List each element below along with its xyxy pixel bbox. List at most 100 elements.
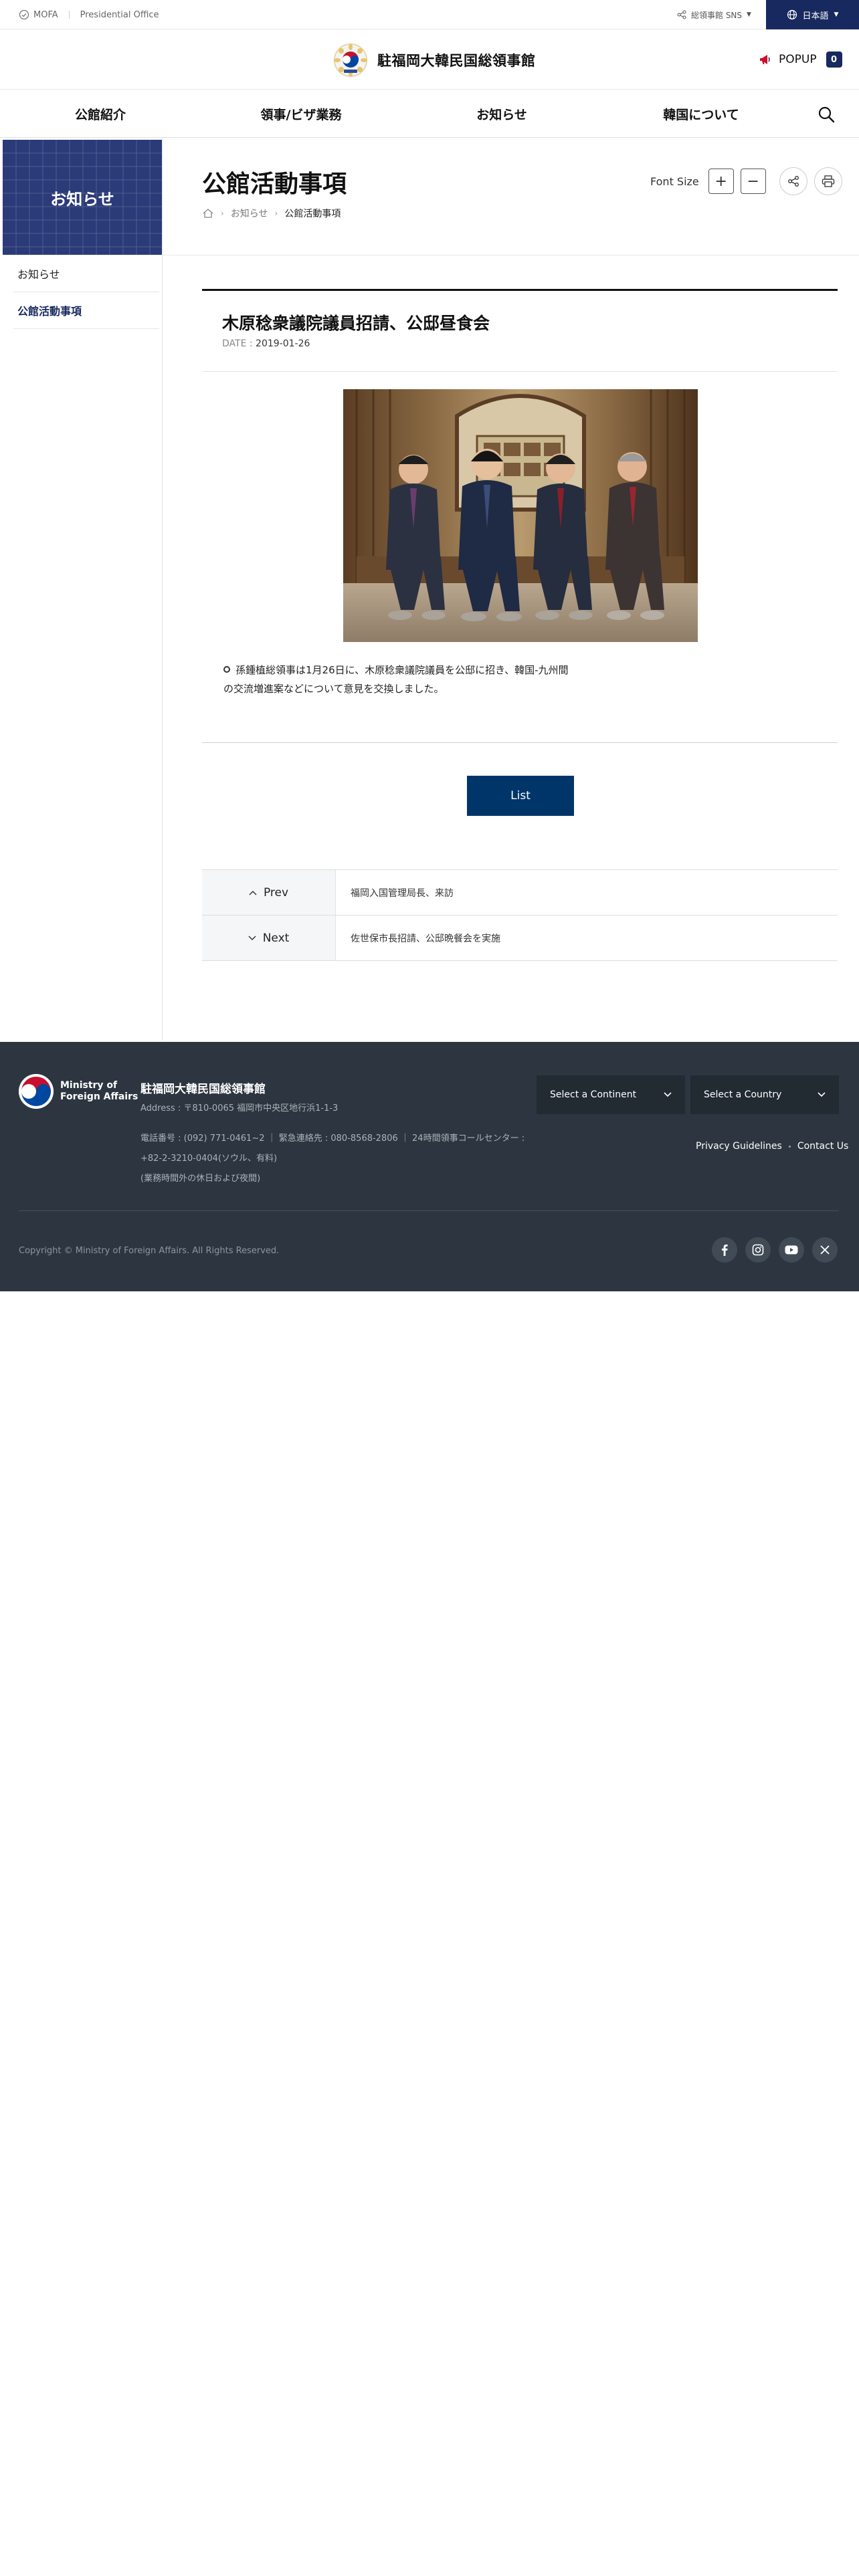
continent-select-label: Select a Continent	[550, 1089, 637, 1100]
mofa-logo-line2: Foreign Affairs	[60, 1091, 138, 1102]
privacy-link[interactable]: Privacy Guidelines	[696, 1141, 782, 1152]
print-button[interactable]	[814, 167, 842, 195]
prev-title-link[interactable]: 福岡入国管理局長、来訪	[336, 870, 838, 915]
country-select[interactable]: Select a Country	[690, 1075, 839, 1114]
minus-icon: −	[747, 173, 759, 190]
popup-label: POPUP	[779, 53, 817, 66]
mofa-logo-text: Ministry of Foreign Affairs	[60, 1080, 138, 1103]
prev-row[interactable]: Prev 福岡入国管理局長、来訪	[202, 870, 838, 916]
divider	[202, 371, 838, 372]
article-top-rule	[202, 289, 838, 291]
caret-down-icon: ▼	[747, 11, 751, 18]
article-body: 孫鍾植総領事は1月26日に、木原稔衆議院議員を公邸に招き、韓国-九州間の交流増進…	[223, 661, 571, 698]
article-photo	[343, 389, 698, 642]
share-button[interactable]	[779, 167, 807, 195]
facebook-link[interactable]	[712, 1237, 737, 1263]
chevron-up-icon	[249, 890, 257, 895]
x-icon	[820, 1245, 830, 1255]
footer-site-name: 駐福岡大韓民国総領事館	[140, 1083, 266, 1096]
sidebar-title: お知らせ	[50, 189, 114, 209]
x-link[interactable]	[812, 1237, 838, 1263]
date-label: DATE :	[222, 338, 253, 349]
list-button[interactable]: List	[467, 776, 574, 816]
globe-icon	[787, 9, 797, 20]
sns-label: 総領事館 SNS	[691, 10, 743, 20]
sidebar-menu: お知らせ 公館活動事項	[13, 255, 159, 329]
sidebar-item-notice[interactable]: お知らせ	[13, 255, 159, 292]
popup-count-badge: 0	[826, 51, 842, 68]
next-label-cell: Next	[202, 916, 336, 960]
instagram-icon	[752, 1244, 764, 1256]
search-icon[interactable]	[818, 106, 835, 123]
breadcrumb-item[interactable]: お知らせ	[231, 207, 268, 220]
contact-link[interactable]: Contact Us	[797, 1141, 848, 1152]
popup-button[interactable]: POPUP 0	[759, 48, 842, 71]
footer-tel-line: +82-2-3210-0404(ソウル、有料)	[140, 1154, 278, 1164]
continent-select[interactable]: Select a Continent	[537, 1075, 685, 1114]
bullet-icon	[223, 666, 230, 673]
prev-label-cell: Prev	[202, 870, 336, 915]
article-date: DATE : 2019-01-26	[222, 338, 310, 349]
language-label: 日本語	[802, 11, 829, 21]
nav-item-about[interactable]: 公館紹介	[27, 90, 174, 138]
youtube-link[interactable]	[779, 1237, 804, 1263]
emblem-icon	[333, 43, 368, 78]
chevron-down-icon	[248, 935, 256, 940]
mofa-label: MOFA	[33, 9, 58, 20]
facebook-icon	[722, 1245, 728, 1256]
chevron-right-icon: ›	[221, 209, 224, 218]
share-icon	[787, 176, 799, 187]
mofa-logo[interactable]: Ministry of Foreign Affairs	[19, 1074, 138, 1109]
mofa-link[interactable]: MOFA	[19, 9, 58, 20]
home-icon[interactable]	[202, 208, 214, 219]
megaphone-icon	[760, 55, 770, 64]
divider	[68, 11, 70, 19]
language-dropdown[interactable]: 日本語 ▼	[766, 0, 859, 29]
chevron-down-icon	[818, 1092, 826, 1097]
share-icon	[677, 10, 686, 19]
chevron-right-icon: ›	[274, 209, 278, 218]
font-increase-button[interactable]: +	[708, 169, 734, 194]
prev-next-table: Prev 福岡入国管理局長、来訪 Next 佐世保市長招請、公邸晩餐会を実施	[202, 869, 838, 961]
next-row[interactable]: Next 佐世保市長招請、公邸晩餐会を実施	[202, 916, 838, 961]
font-decrease-button[interactable]: −	[740, 169, 766, 194]
site-logo[interactable]: 駐福岡大韓民国総領事館	[333, 41, 536, 79]
utility-bar: MOFA Presidential Office 総領事館 SNS ▼ 日本語 …	[0, 0, 859, 29]
utility-links: MOFA Presidential Office	[19, 0, 159, 29]
presidential-office-link[interactable]: Presidential Office	[80, 10, 159, 20]
page-tools: Font Size + −	[650, 167, 842, 195]
caret-down-icon: ▼	[834, 11, 839, 18]
print-icon	[822, 175, 834, 187]
nav-item-notice[interactable]: お知らせ	[428, 90, 575, 138]
separator-dot	[788, 1145, 791, 1148]
divider	[202, 742, 838, 743]
footer-tel-line: (業務時間外の休日および夜間)	[140, 1174, 261, 1184]
nav-item-consular-visa[interactable]: 領事/ビザ業務	[227, 90, 375, 138]
copyright: Copyright © Ministry of Foreign Affairs.…	[19, 1246, 280, 1256]
taegeuk-icon	[19, 1074, 54, 1109]
main-navigation: 公館紹介 領事/ビザ業務 お知らせ 韓国について	[0, 90, 859, 138]
country-select-label: Select a Country	[704, 1089, 782, 1100]
site-header: 駐福岡大韓民国総領事館 POPUP 0	[0, 29, 859, 90]
article-body-text: 孫鍾植総領事は1月26日に、木原稔衆議院議員を公邸に招き、韓国-九州間の交流増進…	[223, 664, 569, 695]
breadcrumb: › お知らせ › 公館活動事項	[202, 206, 341, 221]
nav-item-about-korea[interactable]: 韓国について	[628, 90, 775, 138]
page-title: 公館活動事項	[202, 171, 347, 198]
check-circle-icon	[19, 9, 29, 20]
breadcrumb-current: 公館活動事項	[284, 209, 341, 219]
site-footer: Ministry of Foreign Affairs 駐福岡大韓民国総領事館 …	[0, 1042, 859, 1291]
next-title-link[interactable]: 佐世保市長招請、公邸晩餐会を実施	[336, 916, 838, 960]
instagram-link[interactable]	[745, 1237, 771, 1263]
next-label: Next	[262, 931, 290, 945]
font-size-label: Font Size	[650, 175, 699, 188]
youtube-icon	[785, 1245, 798, 1255]
footer-address: Address : 〒810-0065 福岡市中央区地行浜1-1-3	[140, 1103, 339, 1113]
sns-dropdown[interactable]: 総領事館 SNS ▼	[677, 0, 751, 29]
footer-contact-info: 電話番号 : (092) 771-0461~2 ｜ 緊急連絡先 : 080-85…	[140, 1129, 542, 1189]
plus-icon: +	[714, 173, 727, 190]
chevron-down-icon	[664, 1092, 672, 1097]
sidebar-item-activities[interactable]: 公館活動事項	[13, 292, 159, 329]
sidebar-divider	[162, 138, 163, 1041]
divider	[19, 1210, 839, 1211]
footer-tel-line: 電話番号 : (092) 771-0461~2 ｜ 緊急連絡先 : 080-85…	[140, 1134, 525, 1144]
